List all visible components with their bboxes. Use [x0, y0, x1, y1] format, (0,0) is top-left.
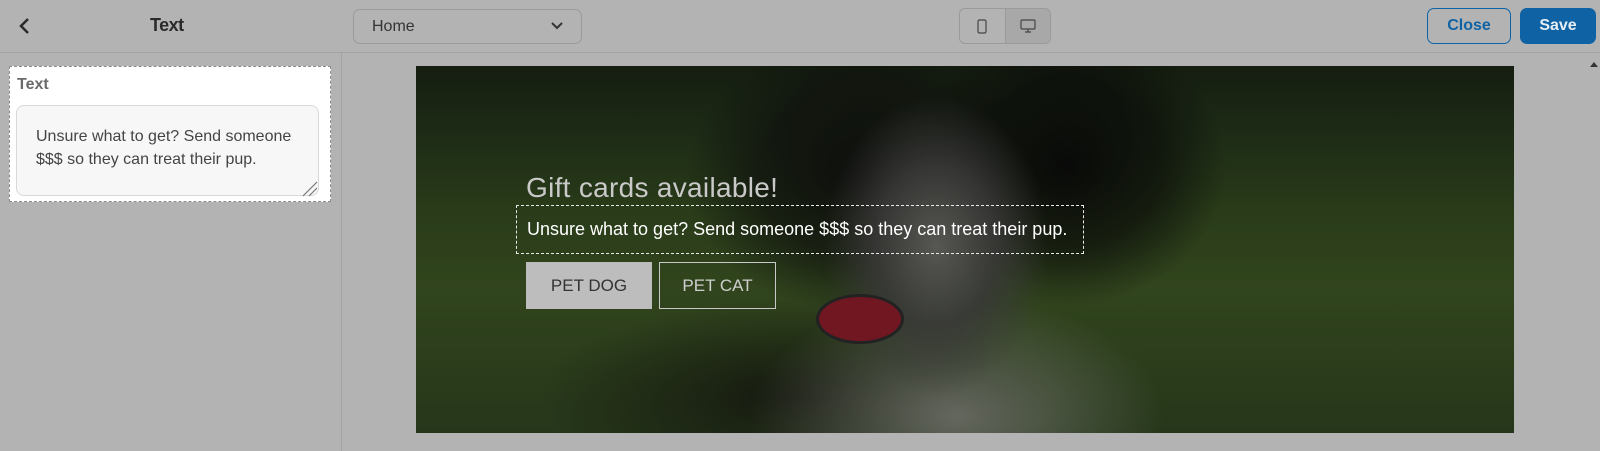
resize-grip-icon[interactable]: [299, 178, 319, 198]
mobile-view-button[interactable]: [960, 9, 1006, 43]
chevron-down-icon: [551, 22, 563, 30]
text-field-label: Text: [17, 76, 49, 93]
pet-dog-button[interactable]: PET DOG: [526, 262, 652, 309]
hero-banner[interactable]: Gift cards available! Unsure what to get…: [416, 66, 1514, 433]
back-button[interactable]: [12, 12, 36, 40]
device-toggle: [959, 8, 1051, 44]
page-select-dropdown[interactable]: Home: [353, 9, 582, 44]
hero-subtext-selected[interactable]: Unsure what to get? Send someone $$$ so …: [516, 205, 1084, 254]
hero-heading[interactable]: Gift cards available!: [526, 172, 778, 204]
panel-title: Text: [150, 15, 184, 35]
close-button[interactable]: Close: [1427, 8, 1511, 44]
pet-cat-button[interactable]: PET CAT: [659, 262, 776, 309]
save-button[interactable]: Save: [1520, 8, 1596, 44]
scroll-up-arrow-icon[interactable]: [1590, 62, 1598, 67]
top-bar: Text Home Close Save: [0, 0, 1600, 53]
text-field-panel: Text Unsure what to get? Send someone $$…: [9, 66, 331, 202]
page-select-value: Home: [372, 18, 415, 35]
settings-sidebar: Text Unsure what to get? Send someone $$…: [0, 53, 342, 451]
desktop-icon: [1020, 19, 1036, 33]
mobile-icon: [977, 18, 987, 34]
text-input[interactable]: Unsure what to get? Send someone $$$ so …: [16, 105, 319, 196]
chevron-left-icon: [19, 18, 29, 34]
desktop-view-button[interactable]: [1005, 9, 1050, 43]
